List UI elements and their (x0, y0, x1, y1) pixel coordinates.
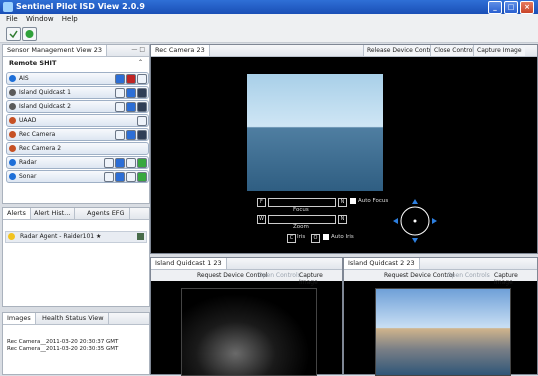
iris-close-button[interactable]: C (287, 234, 296, 243)
zoom-out-button[interactable]: W (257, 215, 266, 224)
image-item[interactable]: Rec Camera__2011-03-20 20:30:37 GMT (7, 339, 118, 346)
sensor-settings-button[interactable] (126, 130, 136, 140)
tab-sensor-management[interactable]: Sensor Management View 23 (3, 45, 108, 56)
focus-far-button[interactable]: N (338, 198, 347, 207)
request-control-button[interactable]: Request Device Control (384, 272, 454, 279)
sensor-row-sonar[interactable]: Sonar (6, 170, 149, 183)
sensor-row-rec-camera[interactable]: Rec Camera (6, 128, 149, 141)
sensor-stop-button[interactable] (126, 158, 136, 168)
capture-image-button[interactable]: Capture Image (494, 272, 537, 286)
section-title: Remote SHIT (9, 59, 57, 67)
collapse-icon[interactable]: ⌃ (138, 59, 143, 66)
tab-quidcast1[interactable]: Island Quidcast 1 23 (151, 258, 227, 269)
tab-quidcast2[interactable]: Island Quidcast 2 23 (344, 258, 420, 269)
title-bar: Sentinel Pilot ISD View 2.0.9 _ □ × (0, 0, 538, 14)
alerts-panel: Alerts Alert Hist... Agents EFG Radar Ag… (2, 207, 150, 307)
sensor-row-radar[interactable]: Radar (6, 156, 149, 169)
main-camera-panel: Rec Camera 23 Release Device Control Clo… (150, 44, 538, 254)
sensor-edit-button[interactable] (137, 116, 147, 126)
sensor-row-rec-camera-2[interactable]: Rec Camera 2 (6, 142, 149, 155)
sensor-power-button[interactable] (137, 74, 147, 84)
quidcast1-panel: Island Quidcast 1 23 Request Device Cont… (150, 257, 343, 376)
sensor-stop-button[interactable] (126, 172, 136, 182)
auto-focus-checkbox[interactable] (350, 198, 356, 204)
request-control-button[interactable]: Request Device Control (197, 272, 267, 279)
auto-iris-checkbox[interactable] (323, 234, 329, 240)
menu-window[interactable]: Window (26, 14, 54, 24)
warning-icon (8, 233, 15, 240)
capture-image-button[interactable]: Capture Image (473, 45, 525, 56)
maximize-button[interactable]: □ (504, 1, 518, 14)
ptz-joystick[interactable] (391, 197, 439, 245)
tab-rec-camera[interactable]: Rec Camera 23 (151, 45, 210, 56)
open-controls-button[interactable]: Open Controls (447, 272, 490, 279)
sensor-stop-button[interactable] (126, 74, 136, 84)
open-controls-button[interactable]: Open Controls (258, 272, 301, 279)
sensor-edit-button[interactable] (115, 102, 125, 112)
focus-near-button[interactable]: F (257, 198, 266, 207)
focus-slider[interactable] (268, 198, 336, 207)
image-list: Rec Camera__2011-03-20 20:30:37 GMT Rec … (7, 339, 118, 353)
release-control-button[interactable]: Release Device Control (363, 45, 440, 56)
toolbar (0, 24, 538, 43)
sensor-power-button[interactable] (137, 158, 147, 168)
window-title: Sentinel Pilot ISD View 2.0.9 (16, 2, 145, 11)
toolbar-camera-button[interactable] (22, 27, 37, 41)
sensor-power-button[interactable] (137, 172, 147, 182)
sensor-edit-button[interactable] (104, 158, 114, 168)
sensor-edit-button[interactable] (104, 172, 114, 182)
tab-health-status[interactable]: Health Status View (38, 313, 109, 324)
alert-row[interactable]: Radar Agent - Raider101 ★ (5, 231, 147, 243)
capture-image-button[interactable]: Capture Image (299, 272, 342, 286)
tab-images[interactable]: Images (3, 313, 36, 324)
green-circle-icon (25, 30, 34, 38)
menu-bar: File Window Help (0, 14, 538, 24)
camera-video-feed (375, 288, 511, 376)
tab-alerts[interactable]: Alerts (3, 208, 31, 219)
sensor-row-quidcast2[interactable]: Island Quidcast 2 (6, 100, 149, 113)
zoom-in-button[interactable]: N (338, 215, 347, 224)
sensor-camera-button[interactable] (137, 88, 147, 98)
image-item[interactable]: Rec Camera__2011-03-20 20:30:35 GMT (7, 346, 118, 353)
sensor-row-uaad[interactable]: UAAD (6, 114, 149, 127)
images-panel: Images Health Status View Rec Camera__20… (2, 312, 150, 375)
sensor-settings-button[interactable] (115, 74, 125, 84)
sensor-settings-button[interactable] (115, 172, 125, 182)
sensor-management-panel: Sensor Management View 23 — □ Remote SHI… (2, 44, 150, 204)
camera-video-feed (247, 74, 383, 191)
menu-file[interactable]: File (6, 14, 18, 24)
panel-minmax-icon[interactable]: — □ (131, 46, 145, 53)
toolbar-check-button[interactable] (6, 27, 21, 41)
sensor-row-ais[interactable]: AIS (6, 72, 149, 85)
alert-action-icon[interactable] (137, 233, 144, 240)
app-icon (3, 2, 13, 12)
tab-alert-history[interactable]: Alert Hist... (30, 208, 76, 219)
tab-agents[interactable]: Agents EFG (83, 208, 130, 219)
menu-help[interactable]: Help (62, 14, 78, 24)
sensor-settings-button[interactable] (126, 102, 136, 112)
camera-video-feed (181, 288, 317, 376)
sensor-camera-button[interactable] (137, 102, 147, 112)
minimize-button[interactable]: _ (488, 1, 502, 14)
sensor-edit-button[interactable] (115, 130, 125, 140)
close-button[interactable]: × (520, 1, 534, 14)
zoom-slider[interactable] (268, 215, 336, 224)
quidcast2-panel: Island Quidcast 2 23 Request Device Cont… (343, 257, 538, 376)
iris-open-button[interactable]: O (311, 234, 320, 243)
check-icon (9, 30, 18, 39)
sensor-settings-button[interactable] (115, 158, 125, 168)
sensor-edit-button[interactable] (115, 88, 125, 98)
sensor-row-quidcast1[interactable]: Island Quidcast 1 (6, 86, 149, 99)
sensor-camera-button[interactable] (137, 130, 147, 140)
sensor-settings-button[interactable] (126, 88, 136, 98)
sensor-status-icon (9, 75, 16, 82)
